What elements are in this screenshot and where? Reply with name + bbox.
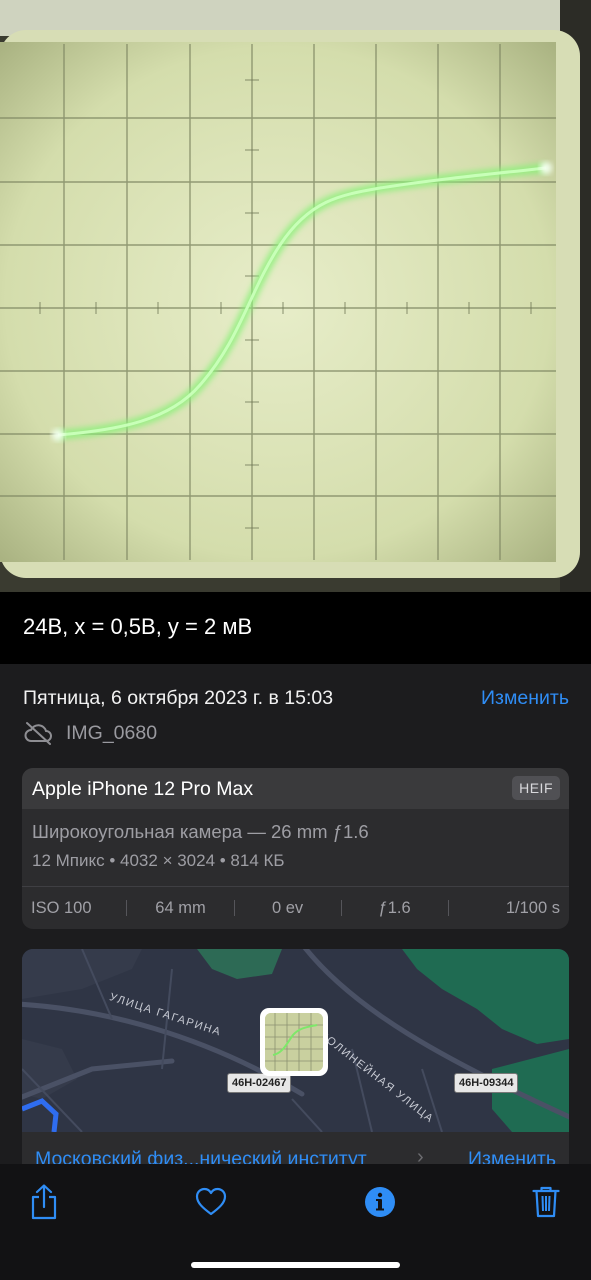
device-name: Apple iPhone 12 Pro Max (32, 778, 254, 800)
photo[interactable] (0, 0, 591, 592)
format-badge: HEIF (512, 776, 560, 800)
image-specs: 12 Мпикс • 4032 × 3024 • 814 КБ (32, 851, 285, 870)
exif-aperture: ƒ1.6 (378, 898, 411, 917)
share-button[interactable] (24, 1184, 64, 1220)
delete-button[interactable] (526, 1184, 566, 1220)
photo-date: Пятница, 6 октября 2023 г. в 15:03 (23, 687, 334, 709)
location-row[interactable]: Московский физ...нический институт › Изм… (22, 1132, 569, 1164)
location-name[interactable]: Московский физ...нический институт (35, 1148, 367, 1164)
file-row: IMG_0680 (23, 720, 157, 746)
cloud-off-icon (24, 722, 52, 745)
map-marker-label: 46H-02467 (227, 1073, 292, 1093)
map-marker-label: 46H-09344 (454, 1073, 519, 1093)
favorite-button[interactable] (191, 1184, 231, 1220)
oscilloscope-photo (0, 0, 591, 592)
edit-date-button[interactable]: Изменить (481, 687, 569, 710)
chevron-right-icon: › (417, 1146, 424, 1164)
camera-card: Apple iPhone 12 Pro Max HEIF Широкоуголь… (22, 768, 569, 929)
edit-location-button[interactable]: Изменить (468, 1148, 556, 1164)
heart-icon (195, 1187, 227, 1216)
map-photo-thumbnail (265, 1013, 323, 1071)
home-indicator (191, 1262, 400, 1268)
trash-icon (532, 1186, 560, 1218)
thumbnail-trace (265, 1013, 323, 1071)
map-photo-pin[interactable] (260, 1008, 328, 1076)
location-map[interactable]: УЛИЦА ГАГАРИНА ПРАВОЛИНЕЙНАЯ УЛИЦА 46H-0… (22, 949, 569, 1132)
share-icon (31, 1184, 57, 1220)
exif-iso: ISO 100 (31, 898, 92, 917)
lens-info: Широкоугольная камера — 26 mm ƒ1.6 (32, 821, 369, 842)
info-button[interactable] (360, 1184, 400, 1220)
file-name: IMG_0680 (66, 721, 158, 744)
exif-focal-length: 64 mm (155, 898, 206, 917)
exif-shutter: 1/100 s (505, 898, 560, 917)
photo-caption[interactable]: 24В, x = 0,5В, y = 2 мВ (23, 614, 252, 640)
info-icon (365, 1187, 395, 1217)
exif-exposure-bias: 0 ev (271, 898, 304, 917)
exif-row: ISO 100 64 mm 0 ev ƒ1.6 1/100 s (22, 887, 569, 929)
